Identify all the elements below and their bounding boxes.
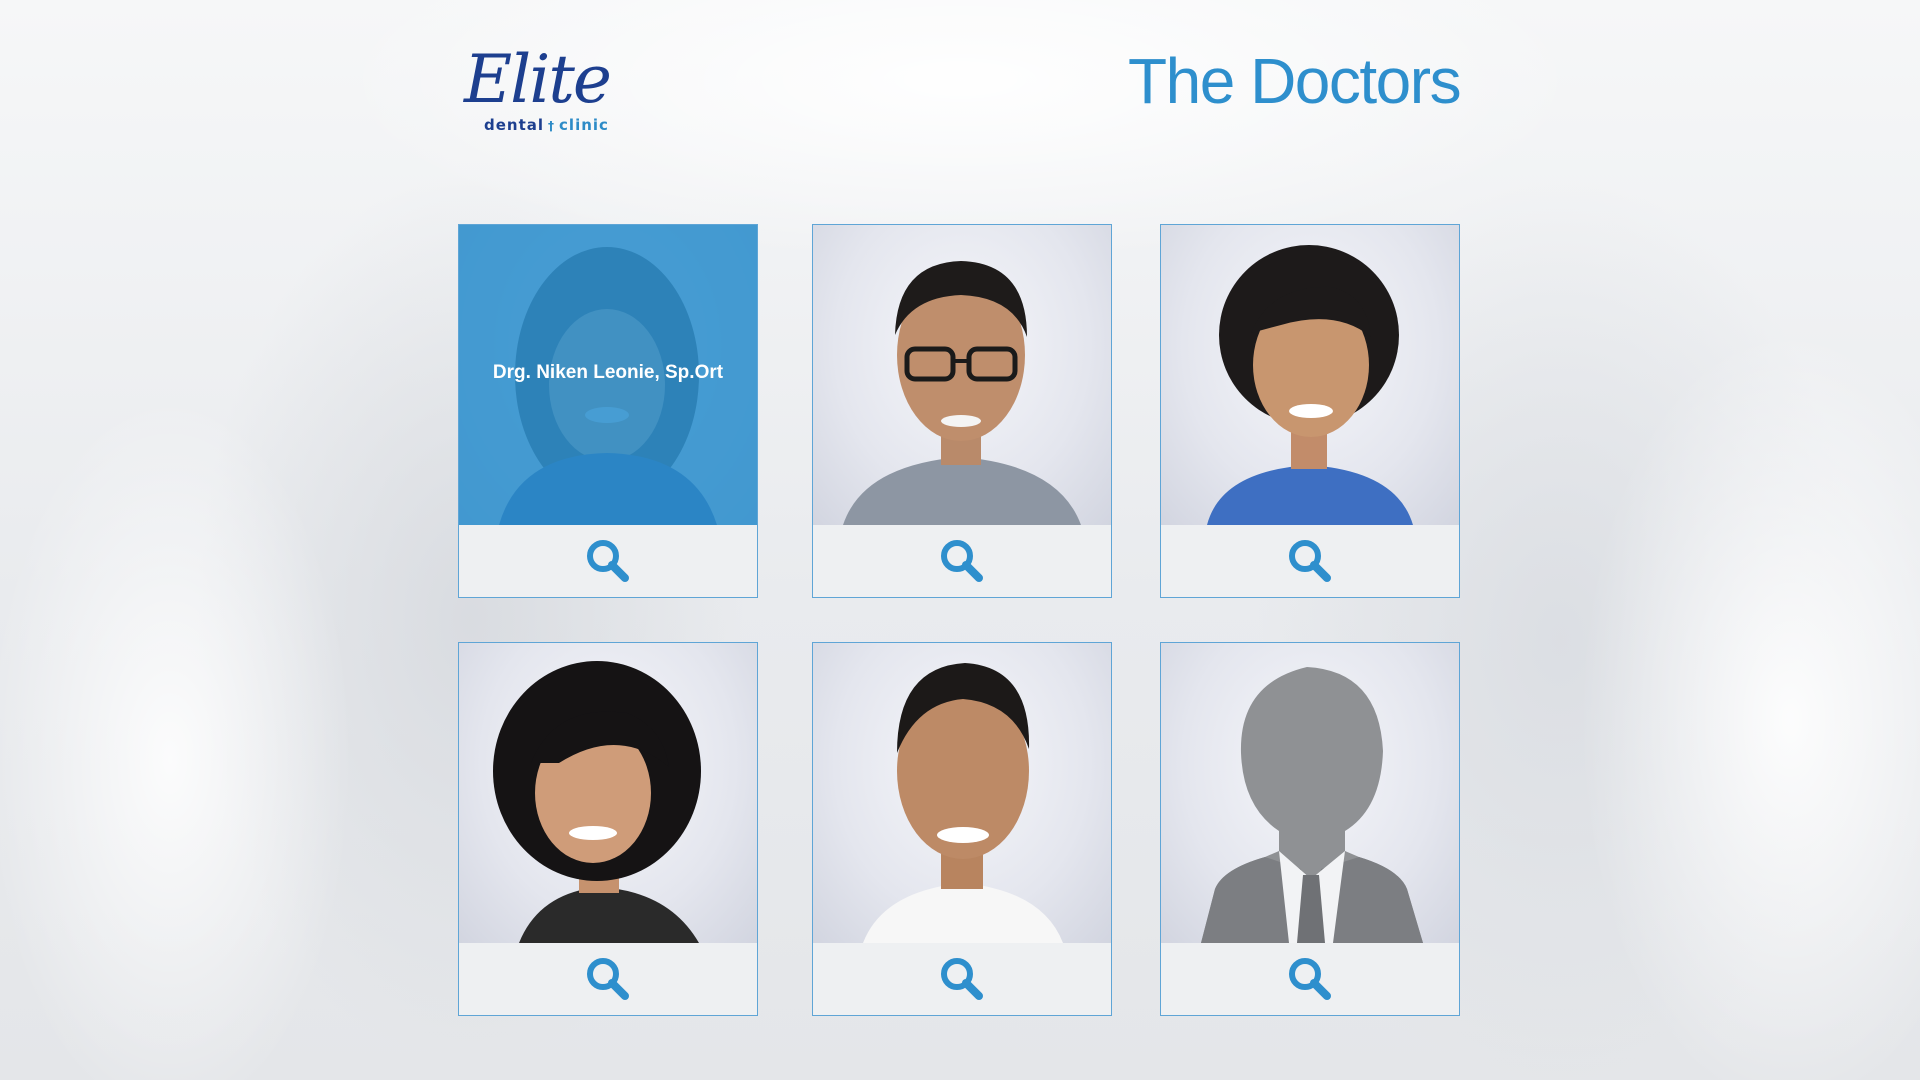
zoom-button[interactable] [459, 943, 757, 1015]
doctor-photo[interactable]: Drg. Niken Leonie, Sp.Ort [459, 225, 757, 525]
zoom-button[interactable] [459, 525, 757, 597]
portrait-woman-bob-hair [493, 661, 701, 943]
clinic-logo: Elite dental † clinic [458, 40, 628, 135]
doctor-photo[interactable] [459, 643, 757, 943]
doctor-card[interactable] [1160, 224, 1460, 598]
doctor-card[interactable] [458, 642, 758, 1016]
portrait-man-glasses [843, 261, 1081, 525]
zoom-button[interactable] [1161, 943, 1459, 1015]
magnifier-icon [941, 540, 983, 582]
doctor-photo[interactable] [813, 643, 1111, 943]
doctor-card[interactable] [812, 642, 1112, 1016]
doctor-hover-overlay[interactable]: Drg. Niken Leonie, Sp.Ort [459, 225, 757, 525]
logo-subtitle: dental † clinic [484, 116, 609, 134]
portrait-man-smiling [863, 663, 1063, 943]
doctor-card[interactable]: Drg. Niken Leonie, Sp.Ort [458, 224, 758, 598]
page-title: The Doctors [1128, 45, 1462, 117]
zoom-button[interactable] [813, 943, 1111, 1015]
logo-script: Elite [464, 41, 612, 118]
logo-dental: dental [484, 116, 545, 134]
doctor-card[interactable] [1160, 642, 1460, 1016]
magnifier-icon [1289, 958, 1331, 1000]
magnifier-icon [1289, 540, 1331, 582]
doctor-photo[interactable] [813, 225, 1111, 525]
doctor-card[interactable] [812, 224, 1112, 598]
magnifier-icon [587, 958, 629, 1000]
doctor-photo[interactable] [1161, 643, 1459, 943]
magnifier-icon [587, 540, 629, 582]
logo-clinic: clinic [559, 116, 609, 134]
magnifier-icon [941, 958, 983, 1000]
tooth-icon: † [548, 119, 556, 133]
doctor-photo[interactable] [1161, 225, 1459, 525]
doctor-name: Drg. Niken Leonie, Sp.Ort [492, 362, 724, 383]
silhouette-placeholder-icon [1201, 667, 1423, 943]
zoom-button[interactable] [813, 525, 1111, 597]
zoom-button[interactable] [1161, 525, 1459, 597]
portrait-woman-short-hair [1207, 245, 1413, 525]
